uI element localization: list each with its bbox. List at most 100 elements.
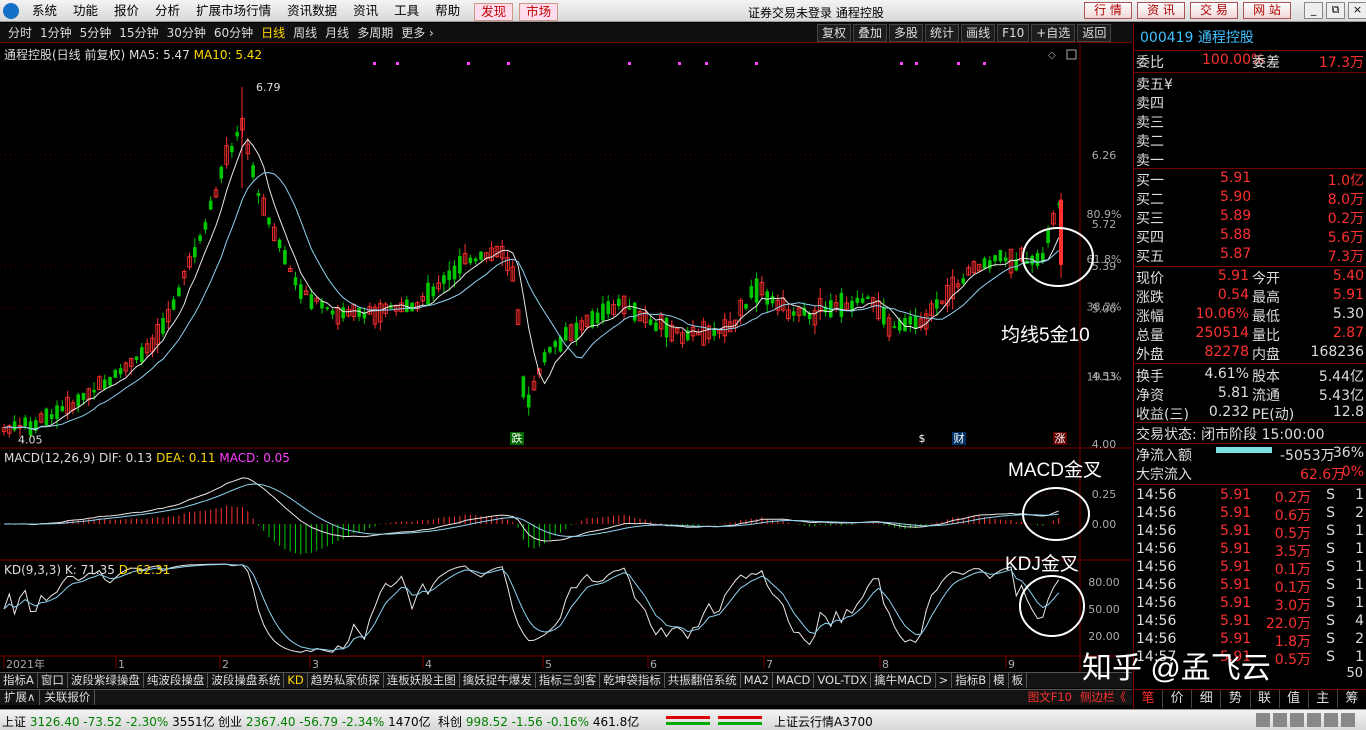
detail-tab-2[interactable]: 细 (1192, 690, 1222, 708)
menu-quote[interactable]: 报价 (106, 3, 147, 21)
menu-ext-market[interactable]: 扩展市场行情 (188, 3, 279, 21)
tool-button-6[interactable]: +自选 (1031, 24, 1076, 42)
indicator-tab-6[interactable]: 趋势私家侦探 (308, 673, 384, 688)
sh-index[interactable]: 上证 3126.40 -73.52 -2.30% 3551亿 (2, 713, 215, 730)
menu-system[interactable]: 系统 (24, 3, 65, 21)
status-icon-2[interactable] (1273, 713, 1287, 727)
detail-tab-0[interactable]: 笔 (1134, 690, 1164, 708)
sell-level-2[interactable]: 卖二 (1134, 131, 1366, 150)
tick-row[interactable]: 14:56 5.91 0.6万 S 2 (1134, 505, 1366, 524)
close-icon[interactable]: × (1348, 2, 1366, 19)
indicator-tab-10[interactable]: 乾坤袋指标 (600, 673, 665, 688)
detail-tab-7[interactable]: 筹 (1338, 690, 1366, 708)
tick-row[interactable]: 14:56 5.91 3.0万 S 1 (1134, 595, 1366, 614)
indicator-tab-3[interactable]: 纯波段操盘 (144, 673, 209, 688)
quote-button[interactable]: 行 情 (1084, 2, 1132, 19)
detail-tab-5[interactable]: 值 (1280, 690, 1309, 708)
buy-level-4[interactable]: 买四 5.88 5.6万 (1134, 227, 1366, 246)
period-tab-9[interactable]: 多周期 (353, 25, 397, 41)
buy-level-5[interactable]: 买五 5.87 7.3万 (1134, 246, 1366, 265)
indicator-tab-16[interactable]: > (936, 673, 953, 688)
indicator-tab-7[interactable]: 连板妖股主图 (384, 673, 460, 688)
menu-info[interactable]: 资讯 (345, 3, 386, 21)
fin-row-0[interactable]: 换手 4.61% 股本 5.44亿 (1134, 366, 1366, 385)
tick-row[interactable]: 14:56 5.91 0.5万 S 1 (1134, 523, 1366, 542)
tool-button-3[interactable]: 统计 (925, 24, 960, 42)
indicator-tab-2[interactable]: 波段紫绿操盘 (68, 673, 144, 688)
buy-level-3[interactable]: 买三 5.89 0.2万 (1134, 208, 1366, 227)
related-quote-tab[interactable]: 关联报价 (40, 690, 96, 705)
indicator-tab-1[interactable]: 窗口 (38, 673, 68, 688)
indicator-tab-0[interactable]: 指标A (0, 673, 38, 688)
status-icon-4[interactable] (1307, 713, 1321, 727)
menu-market[interactable]: 市场 (519, 3, 559, 21)
menu-tools[interactable]: 工具 (386, 3, 427, 21)
period-tab-5[interactable]: 60分钟 (210, 25, 257, 41)
fin-row-2[interactable]: 收益(三) 0.232 PE(动) 12.8 (1134, 404, 1366, 423)
stat-row-2[interactable]: 涨幅 10.06% 最低 5.30 (1134, 306, 1366, 325)
status-icon-6[interactable] (1341, 713, 1355, 727)
tick-row[interactable]: 14:56 5.91 3.5万 S 1 (1134, 541, 1366, 560)
trade-button[interactable]: 交 易 (1190, 2, 1238, 19)
indicator-tab-17[interactable]: 指标B (952, 673, 991, 688)
indicator-tab-9[interactable]: 指标三剑客 (536, 673, 601, 688)
indicator-tab-15[interactable]: 擒牛MACD (871, 673, 936, 688)
menu-function[interactable]: 功能 (65, 3, 106, 21)
tool-button-4[interactable]: 画线 (961, 24, 996, 42)
cy-index[interactable]: 创业 2367.40 -56.79 -2.34% 1470亿 (218, 713, 431, 730)
kline-chart-area[interactable]: 6.265.725.395.064.534.0080.9%61.8%38.2%1… (0, 43, 1132, 672)
f10-link[interactable]: 图文F10 (1024, 690, 1076, 705)
indicator-tab-12[interactable]: MA2 (741, 673, 773, 688)
detail-tab-6[interactable]: 主 (1309, 690, 1338, 708)
menu-analysis[interactable]: 分析 (147, 3, 188, 21)
indicator-tab-14[interactable]: VOL-TDX (814, 673, 872, 688)
period-tab-7[interactable]: 周线 (289, 25, 321, 41)
indicator-tab-8[interactable]: 擒妖捉牛爆发 (460, 673, 536, 688)
minimize-icon[interactable]: _ (1304, 2, 1323, 19)
status-icon-1[interactable] (1256, 713, 1270, 727)
detail-tab-4[interactable]: 联 (1251, 690, 1280, 708)
period-tab-3[interactable]: 15分钟 (115, 25, 162, 41)
stat-row-1[interactable]: 涨跌 0.54 最高 5.91 (1134, 287, 1366, 306)
stat-row-4[interactable]: 外盘 82278 内盘 168236 (1134, 344, 1366, 363)
tool-button-2[interactable]: 多股 (889, 24, 924, 42)
status-icon-3[interactable] (1290, 713, 1304, 727)
fin-row-1[interactable]: 净资 5.81 流通 5.43亿 (1134, 385, 1366, 404)
tool-button-0[interactable]: 复权 (817, 24, 852, 42)
period-tab-1[interactable]: 1分钟 (36, 25, 76, 41)
sell-level-4[interactable]: 卖四 (1134, 93, 1366, 112)
tool-button-5[interactable]: F10 (997, 24, 1030, 42)
tick-row[interactable]: 14:56 5.91 0.1万 S 1 (1134, 559, 1366, 578)
period-tab-4[interactable]: 30分钟 (163, 25, 210, 41)
tool-button-1[interactable]: 叠加 (853, 24, 888, 42)
status-icon-5[interactable] (1324, 713, 1338, 727)
buy-level-1[interactable]: 买一 5.91 1.0亿 (1134, 170, 1366, 189)
news-button[interactable]: 资 讯 (1137, 2, 1185, 19)
sell-level-3[interactable]: 卖三 (1134, 112, 1366, 131)
kc-index[interactable]: 科创 998.52 -1.56 -0.16% 461.8亿 (438, 713, 639, 730)
period-tab-6[interactable]: 日线 (257, 25, 289, 41)
stat-row-3[interactable]: 总量 250514 量比 2.87 (1134, 325, 1366, 344)
period-tab-2[interactable]: 5分钟 (76, 25, 116, 41)
sell-level-5[interactable]: 卖五¥ (1134, 74, 1366, 93)
indicator-tab-5[interactable]: KD (284, 673, 308, 688)
indicator-tab-13[interactable]: MACD (773, 673, 815, 688)
indicator-tab-4[interactable]: 波段操盘系统 (208, 673, 285, 688)
expand-tab[interactable]: 扩展∧ (0, 690, 41, 705)
tick-row[interactable]: 14:56 5.91 0.2万 S 1 (1134, 487, 1366, 506)
period-tab-0[interactable]: 分时 (4, 25, 36, 41)
buy-level-2[interactable]: 买二 5.90 8.0万 (1134, 189, 1366, 208)
stat-row-0[interactable]: 现价 5.91 今开 5.40 (1134, 268, 1366, 287)
tick-row[interactable]: 14:56 5.91 22.0万 S 4 (1134, 613, 1366, 632)
cloud-quote[interactable]: 上证云行情A3700 (774, 713, 873, 730)
sell-level-1[interactable]: 卖一 (1134, 150, 1366, 169)
indicator-tab-18[interactable]: 模 (990, 673, 1009, 688)
detail-tab-3[interactable]: 势 (1221, 690, 1251, 708)
website-button[interactable]: 网 站 (1243, 2, 1291, 19)
tick-row[interactable]: 14:56 5.91 0.1万 S 1 (1134, 577, 1366, 596)
period-tab-8[interactable]: 月线 (321, 25, 353, 41)
menu-help[interactable]: 帮助 (427, 3, 468, 21)
menu-discover[interactable]: 发现 (474, 3, 514, 21)
menu-info-data[interactable]: 资讯数据 (279, 3, 345, 21)
restore-icon[interactable]: ⧉ (1326, 2, 1345, 19)
